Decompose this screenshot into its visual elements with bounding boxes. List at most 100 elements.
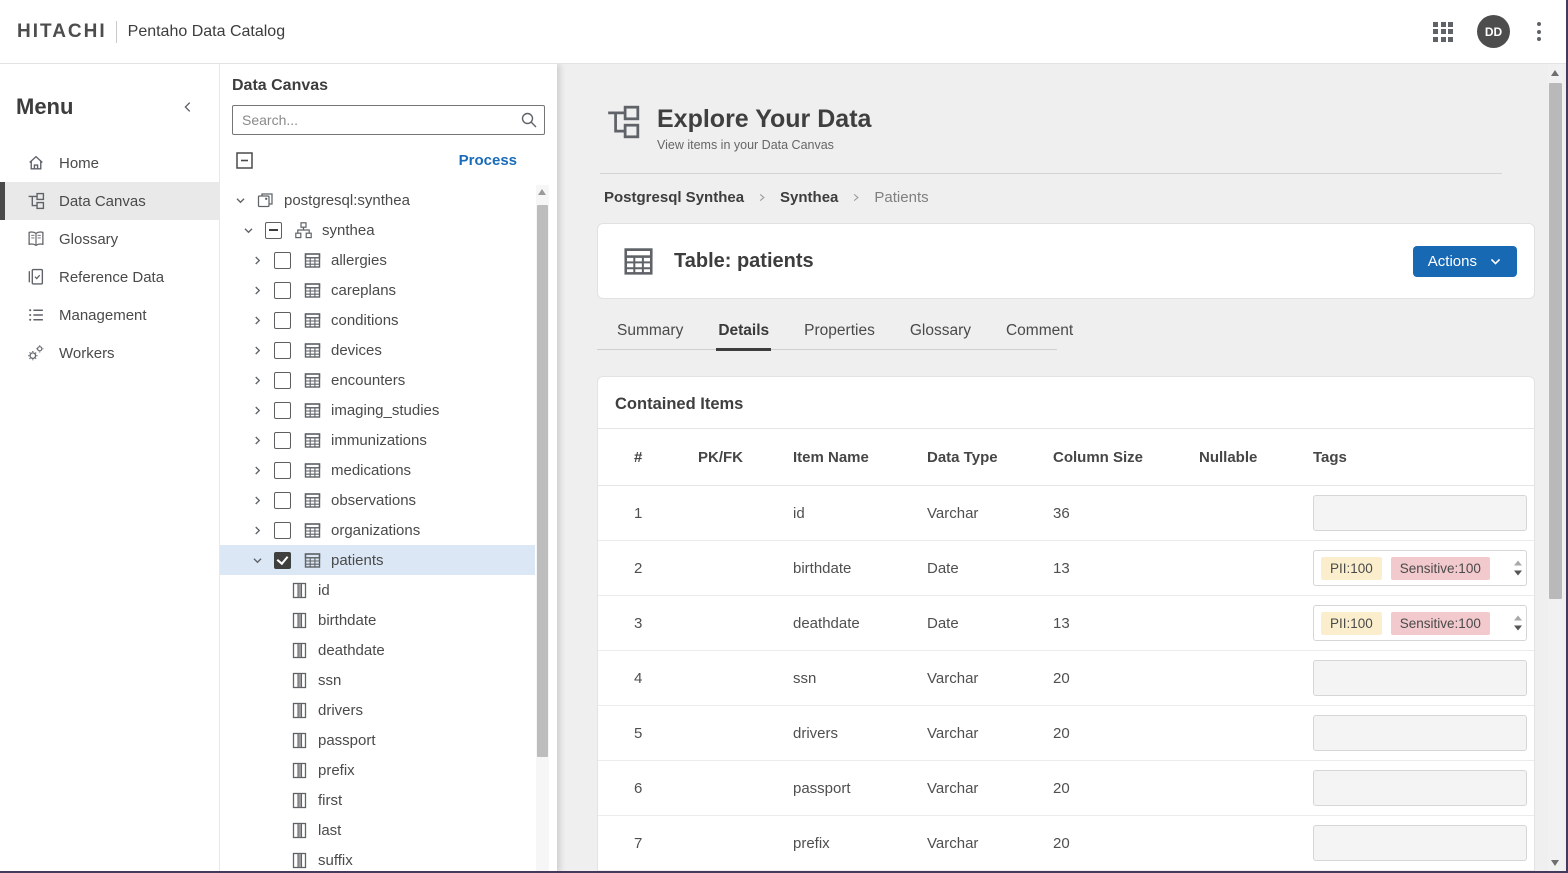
avatar[interactable]: DD	[1477, 15, 1510, 48]
spinner-up-icon[interactable]	[1514, 616, 1522, 621]
more-menu-icon[interactable]	[1534, 19, 1544, 44]
tree-checkbox[interactable]	[274, 402, 291, 419]
breadcrumb: Postgresql SyntheaSyntheaPatients	[604, 189, 1546, 206]
tree-checkbox[interactable]	[274, 552, 291, 569]
tree-scrollbar[interactable]	[536, 185, 549, 873]
tree-item-drivers[interactable]: drivers	[220, 695, 535, 725]
tags-input[interactable]: PII:100 Sensitive:100	[1313, 605, 1527, 641]
tree-item-patients[interactable]: patients	[220, 545, 535, 575]
tree-item-passport[interactable]: passport	[220, 725, 535, 755]
chevron-down-icon[interactable]	[232, 192, 248, 208]
tags-input[interactable]	[1313, 715, 1527, 751]
tag-spinner[interactable]	[1514, 561, 1522, 576]
chevron-right-icon[interactable]	[249, 372, 265, 388]
chevron-right-icon[interactable]	[249, 252, 265, 268]
collapse-all-icon[interactable]	[236, 152, 253, 169]
scroll-up-icon[interactable]	[1551, 70, 1559, 76]
tags-input[interactable]	[1313, 495, 1527, 531]
chevron-down-icon[interactable]	[249, 552, 265, 568]
search-icon[interactable]	[520, 111, 538, 129]
tree-checkbox[interactable]	[274, 372, 291, 389]
tree-checkbox[interactable]	[274, 252, 291, 269]
tree-checkbox[interactable]	[274, 312, 291, 329]
chevron-right-icon[interactable]	[249, 462, 265, 478]
tree-item-birthdate[interactable]: birthdate	[220, 605, 535, 635]
tree-item-label: imaging_studies	[331, 402, 439, 419]
tree-item-prefix[interactable]: prefix	[220, 755, 535, 785]
chevron-right-icon[interactable]	[249, 402, 265, 418]
tags-input[interactable]	[1313, 660, 1527, 696]
tree-scroll-up-icon[interactable]	[538, 189, 546, 195]
chevron-down-icon[interactable]	[240, 222, 256, 238]
tags-input[interactable]	[1313, 770, 1527, 806]
tree-item-conditions[interactable]: conditions	[220, 305, 535, 335]
tab-properties[interactable]: Properties	[802, 317, 877, 351]
tags-input[interactable]	[1313, 825, 1527, 861]
tree-item-last[interactable]: last	[220, 815, 535, 845]
tree-item-synthea[interactable]: synthea	[220, 215, 535, 245]
main-scrollbar-thumb[interactable]	[1549, 83, 1562, 599]
process-link[interactable]: Process	[459, 152, 517, 169]
chevron-right-icon[interactable]	[249, 282, 265, 298]
spinner-up-icon[interactable]	[1514, 561, 1522, 566]
tag-spinner[interactable]	[1514, 616, 1522, 631]
tree-item-immunizations[interactable]: immunizations	[220, 425, 535, 455]
sidebar-item-data-canvas[interactable]: Data Canvas	[0, 182, 219, 220]
sidebar-item-reference-data[interactable]: Reference Data	[0, 258, 219, 296]
tree-item-careplans[interactable]: careplans	[220, 275, 535, 305]
chevron-right-icon[interactable]	[249, 312, 265, 328]
actions-button[interactable]: Actions	[1413, 246, 1517, 277]
tab-details[interactable]: Details	[716, 317, 771, 351]
chevron-right-icon[interactable]	[249, 432, 265, 448]
tree-checkbox[interactable]	[265, 222, 282, 239]
tree-item-label: careplans	[331, 282, 396, 299]
tab-comment[interactable]: Comment	[1004, 317, 1075, 351]
tree-checkbox[interactable]	[274, 342, 291, 359]
collapse-sidebar-icon[interactable]	[181, 100, 195, 114]
tab-glossary[interactable]: Glossary	[908, 317, 973, 351]
tag-chip-pii[interactable]: PII:100	[1321, 612, 1382, 635]
sidebar-item-home[interactable]: Home	[0, 144, 219, 182]
tree-checkbox[interactable]	[274, 492, 291, 509]
table-row-deathdate: 3deathdateDate13PII:100Sensitive:100	[598, 596, 1534, 651]
tree-item-encounters[interactable]: encounters	[220, 365, 535, 395]
sidebar-item-workers[interactable]: Workers	[0, 334, 219, 372]
breadcrumb-item-synthea[interactable]: Synthea	[780, 189, 838, 206]
tree-item-label: organizations	[331, 522, 420, 539]
tag-chip-pii[interactable]: PII:100	[1321, 557, 1382, 580]
spinner-down-icon[interactable]	[1514, 626, 1522, 631]
chevron-right-icon[interactable]	[249, 342, 265, 358]
search-input[interactable]	[232, 105, 545, 135]
tree-checkbox[interactable]	[274, 462, 291, 479]
tree-checkbox[interactable]	[274, 282, 291, 299]
tag-chip-sensitive[interactable]: Sensitive:100	[1391, 612, 1490, 635]
tree-item-suffix[interactable]: suffix	[220, 845, 535, 873]
tree-item-id[interactable]: id	[220, 575, 535, 605]
sidebar-item-glossary[interactable]: Glossary	[0, 220, 219, 258]
sidebar-item-management[interactable]: Management	[0, 296, 219, 334]
tree-item-medications[interactable]: medications	[220, 455, 535, 485]
breadcrumb-item-postgresql-synthea[interactable]: Postgresql Synthea	[604, 189, 744, 206]
apps-grid-icon[interactable]	[1433, 22, 1453, 42]
chevron-right-icon[interactable]	[249, 522, 265, 538]
spinner-down-icon[interactable]	[1514, 571, 1522, 576]
tree-scrollbar-thumb[interactable]	[537, 205, 548, 757]
tree-item-organizations[interactable]: organizations	[220, 515, 535, 545]
tab-summary[interactable]: Summary	[615, 317, 685, 351]
tree-item-allergies[interactable]: allergies	[220, 245, 535, 275]
tree-item-imaging_studies[interactable]: imaging_studies	[220, 395, 535, 425]
tree-item-first[interactable]: first	[220, 785, 535, 815]
tags-input[interactable]: PII:100 Sensitive:100	[1313, 550, 1527, 586]
table-row-drivers: 5driversVarchar20	[598, 706, 1534, 761]
tree-item-ssn[interactable]: ssn	[220, 665, 535, 695]
main-scrollbar[interactable]	[1548, 64, 1563, 871]
chevron-right-icon[interactable]	[249, 492, 265, 508]
tree-checkbox[interactable]	[274, 432, 291, 449]
tree-item-devices[interactable]: devices	[220, 335, 535, 365]
tree-item-postgresql:synthea[interactable]: postgresql:synthea	[220, 185, 535, 215]
tag-chip-sensitive[interactable]: Sensitive:100	[1391, 557, 1490, 580]
tree-checkbox[interactable]	[274, 522, 291, 539]
scroll-down-icon[interactable]	[1551, 860, 1559, 866]
tree-item-deathdate[interactable]: deathdate	[220, 635, 535, 665]
tree-item-observations[interactable]: observations	[220, 485, 535, 515]
